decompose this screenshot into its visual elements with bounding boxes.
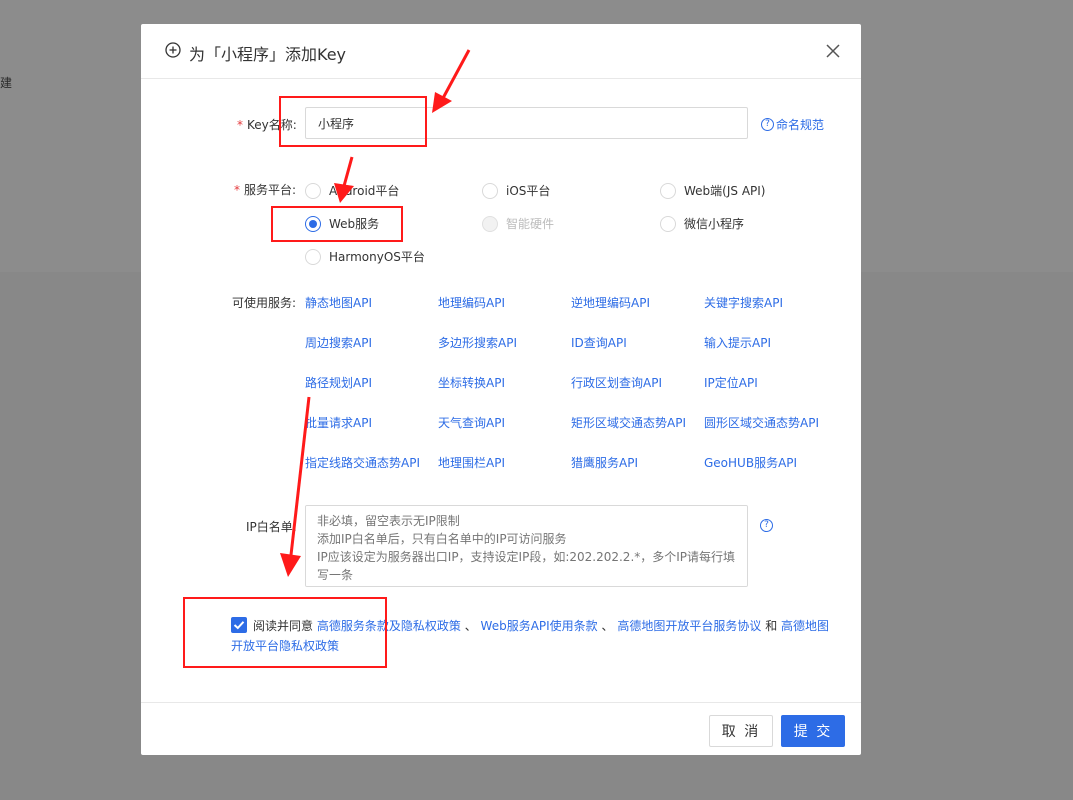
service-link[interactable]: 批量请求API [305, 414, 372, 431]
dialog-header: 为「小程序」添加Key [141, 24, 861, 79]
close-icon[interactable] [825, 43, 841, 59]
service-link[interactable]: 地理围栏API [438, 454, 505, 471]
service-link[interactable]: 路径规划API [305, 374, 372, 391]
service-link[interactable]: 猎鹰服务API [571, 454, 638, 471]
web-api-terms-link[interactable]: Web服务API使用条款 [481, 619, 598, 633]
cancel-button[interactable]: 取 消 [709, 715, 773, 747]
radio-web-js-api[interactable]: Web端(JS API) [660, 182, 765, 199]
annotation-box-key-name [279, 96, 427, 147]
service-link[interactable]: IP定位API [704, 374, 758, 391]
service-link[interactable]: 行政区划查询API [571, 374, 662, 391]
annotation-box-web-service [271, 206, 403, 242]
radio-label: 微信小程序 [684, 217, 745, 231]
radio-wechat-miniprogram[interactable]: 微信小程序 [660, 215, 744, 232]
service-link[interactable]: 天气查询API [438, 414, 505, 431]
submit-button[interactable]: 提 交 [781, 715, 845, 747]
naming-rule-link-text: 命名规范 [776, 118, 825, 132]
radio-circle [305, 248, 321, 265]
dialog-title: 为「小程序」添加Key [189, 45, 347, 64]
radio-harmonyos[interactable]: HarmonyOS平台 [305, 248, 425, 265]
dialog-footer: 取 消 提 交 [141, 702, 861, 755]
radio-ios[interactable]: iOS平台 [482, 182, 550, 199]
agreement-and: 和 [765, 619, 778, 633]
radio-label: 智能硬件 [506, 217, 555, 231]
radio-label: Android平台 [329, 184, 400, 198]
platform-service-agreement-link[interactable]: 高德地图开放平台服务协议 [617, 619, 761, 633]
service-link[interactable]: 地理编码API [438, 294, 505, 311]
service-link[interactable]: 矩形区域交通态势API [571, 414, 686, 431]
plus-circle-icon [165, 42, 181, 58]
radio-label: iOS平台 [506, 184, 551, 198]
radio-android[interactable]: Android平台 [305, 182, 399, 199]
radio-circle [305, 182, 321, 199]
radio-label: HarmonyOS平台 [329, 250, 425, 264]
service-link[interactable]: 多边形搜索API [438, 334, 517, 351]
radio-circle [482, 215, 498, 232]
agreement-separator: 、 [601, 619, 614, 633]
radio-circle [660, 182, 676, 199]
services-label: 可使用服务: [232, 296, 297, 310]
background-edge-text: 建 [0, 76, 13, 90]
service-link[interactable]: 圆形区域交通态势API [704, 414, 819, 431]
radio-circle [660, 215, 676, 232]
naming-rule-link[interactable]: ? 命名规范 [761, 116, 824, 133]
service-link[interactable]: 关键字搜索API [704, 294, 783, 311]
question-icon: ? [761, 118, 774, 131]
service-link[interactable]: GeoHUB服务API [704, 454, 797, 471]
annotation-box-agreement [183, 597, 387, 668]
ip-whitelist-textarea[interactable] [305, 505, 748, 587]
required-asterisk: * [237, 118, 243, 132]
platform-label-text: 服务平台: [244, 183, 297, 197]
service-link[interactable]: 逆地理编码API [571, 294, 650, 311]
service-link[interactable]: 静态地图API [305, 294, 372, 311]
radio-circle [482, 182, 498, 199]
service-link[interactable]: ID查询API [571, 334, 627, 351]
ip-whitelist-label: IP白名单: [246, 520, 297, 534]
radio-smart-hardware: 智能硬件 [482, 215, 554, 232]
service-link[interactable]: 输入提示API [704, 334, 771, 351]
required-asterisk: * [234, 183, 240, 197]
agreement-separator: 、 [464, 619, 477, 633]
service-link[interactable]: 指定线路交通态势API [305, 454, 420, 471]
platform-label: * 服务平台: [234, 181, 296, 198]
service-link[interactable]: 坐标转换API [438, 374, 505, 391]
service-link[interactable]: 周边搜索API [305, 334, 372, 351]
ip-help-icon[interactable]: ? [760, 519, 773, 532]
radio-label: Web端(JS API) [684, 184, 766, 198]
